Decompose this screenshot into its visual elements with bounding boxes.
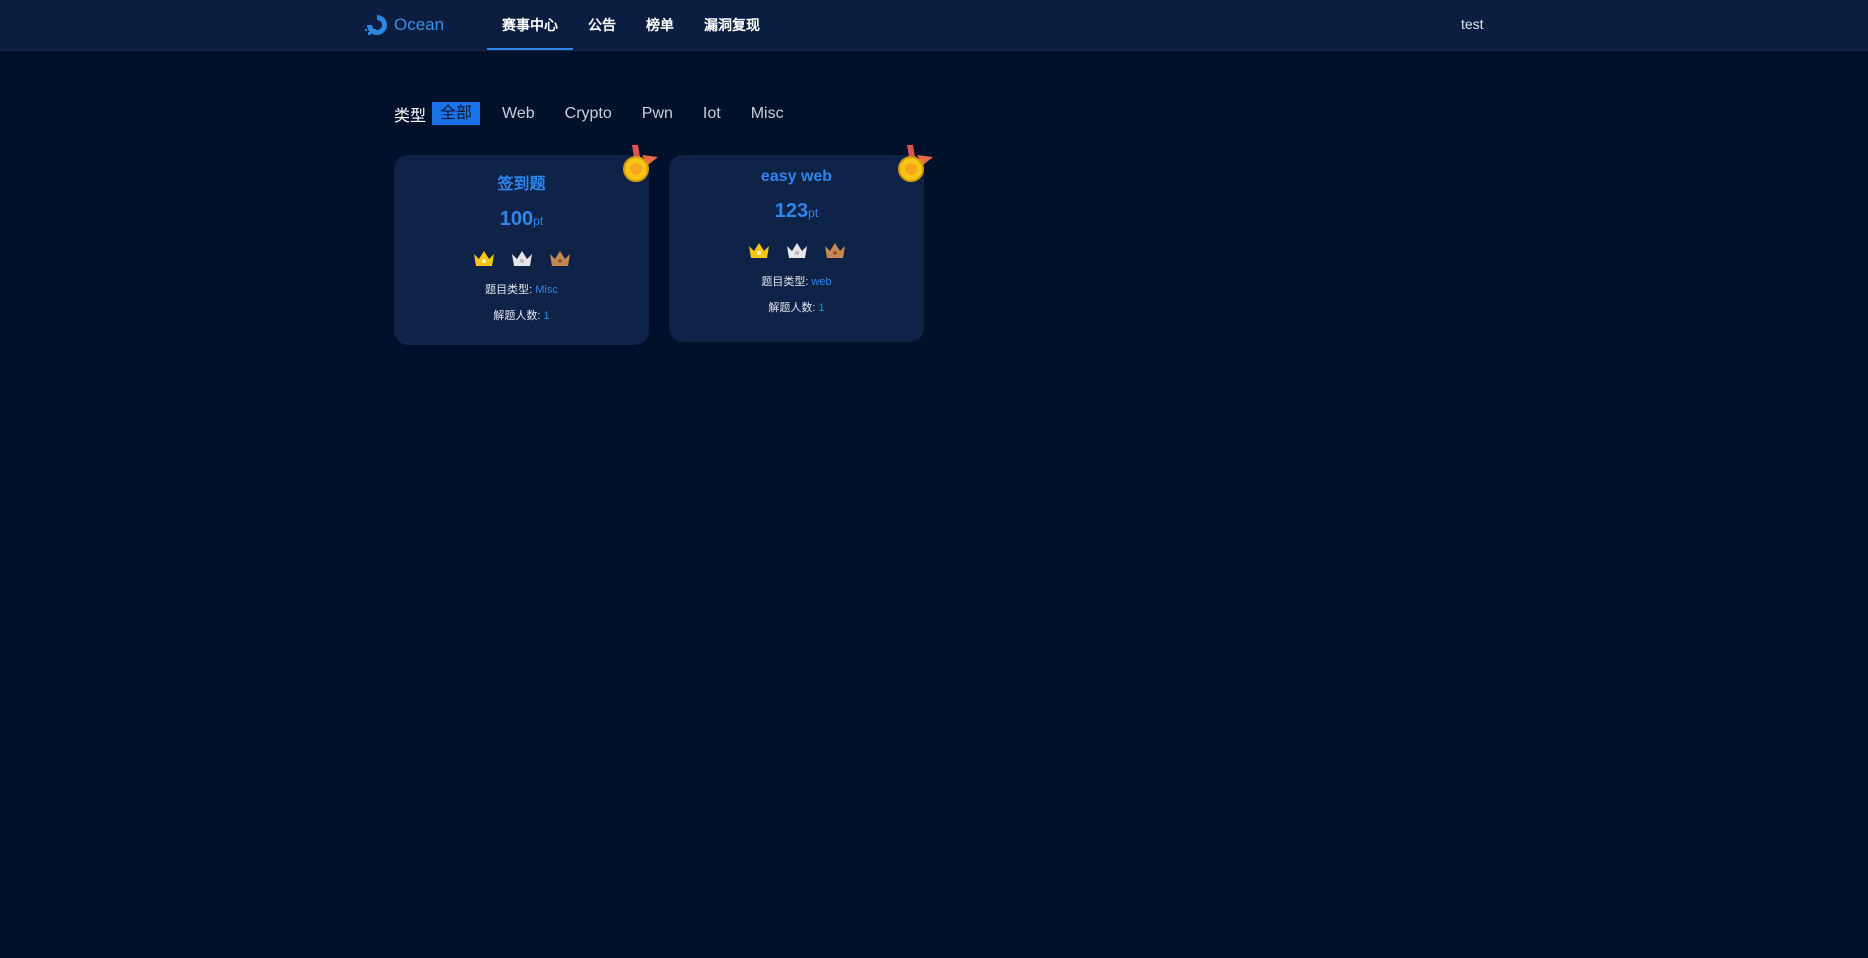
filter-option-web[interactable]: Web <box>494 102 543 125</box>
score-unit: pt <box>533 214 544 228</box>
solves-value: 1 <box>543 310 550 322</box>
nav-item-label: 赛事中心 <box>502 17 558 33</box>
nav-item-label: 榜单 <box>646 17 674 33</box>
score-value: 123 <box>774 200 809 222</box>
filter-option-misc[interactable]: Misc <box>743 102 792 125</box>
brand-name: Ocean <box>394 15 445 34</box>
filter-option-pwn[interactable]: Pwn <box>634 102 681 125</box>
challenge-score: 100pt <box>394 208 649 231</box>
solver-crowns <box>669 239 924 261</box>
ocean-logo-icon <box>365 15 387 35</box>
type-label: 题目类型: <box>485 284 533 296</box>
solved-medal-icon <box>898 145 933 182</box>
challenge-card[interactable]: 签到题 100pt 题目类型: Misc 解题人数: 1 <box>394 155 649 345</box>
gold-crown-icon <box>473 251 494 266</box>
filter-option-crypto[interactable]: Crypto <box>557 102 620 125</box>
bronze-crown-icon <box>549 251 570 266</box>
score-unit: pt <box>808 206 819 220</box>
type-label: 题目类型: <box>761 276 809 288</box>
nav-item-announcements[interactable]: 公告 <box>573 0 631 50</box>
solves-label: 解题人数: <box>768 302 816 314</box>
nav-item-leaderboard[interactable]: 榜单 <box>631 0 689 50</box>
challenge-solves: 解题人数: 1 <box>669 299 924 315</box>
challenge-type: 题目类型: web <box>669 273 924 289</box>
filter-label: 类型 <box>394 107 427 125</box>
challenge-card[interactable]: easy web 123pt 题目类型: web 解题人数: 1 <box>669 155 924 342</box>
challenge-title: easy web <box>760 168 833 185</box>
type-value: web <box>811 276 832 288</box>
silver-crown-icon <box>511 251 532 266</box>
nav-item-competition[interactable]: 赛事中心 <box>487 0 573 50</box>
challenge-score: 123pt <box>669 200 924 223</box>
main-nav: 赛事中心 公告 榜单 漏洞复现 <box>487 0 775 50</box>
filter-option-iot[interactable]: Iot <box>695 102 729 125</box>
challenge-type: 题目类型: Misc <box>394 281 649 297</box>
filter-option-all[interactable]: 全部 <box>432 102 481 125</box>
brand-logo[interactable]: Ocean <box>364 12 444 38</box>
nav-item-label: 公告 <box>588 17 616 33</box>
type-value: Misc <box>535 284 558 296</box>
solves-label: 解题人数: <box>493 310 541 322</box>
solves-value: 1 <box>818 302 825 314</box>
nav-item-vuln-reproduction[interactable]: 漏洞复现 <box>689 0 775 50</box>
score-value: 100 <box>499 208 534 230</box>
nav-item-label: 漏洞复现 <box>704 17 760 33</box>
solved-medal-icon <box>623 145 658 182</box>
challenge-solves: 解题人数: 1 <box>394 307 649 323</box>
challenge-title: 签到题 <box>497 176 546 193</box>
gold-crown-icon <box>748 243 769 258</box>
category-filter: 类型 全部 Web Crypto Pwn Iot Misc <box>394 102 806 125</box>
bronze-crown-icon <box>824 243 845 258</box>
silver-crown-icon <box>786 243 807 258</box>
top-navbar: Ocean 赛事中心 公告 榜单 漏洞复现 test <box>0 0 1868 51</box>
solver-crowns <box>394 247 649 269</box>
user-menu[interactable]: test <box>1461 16 1484 32</box>
